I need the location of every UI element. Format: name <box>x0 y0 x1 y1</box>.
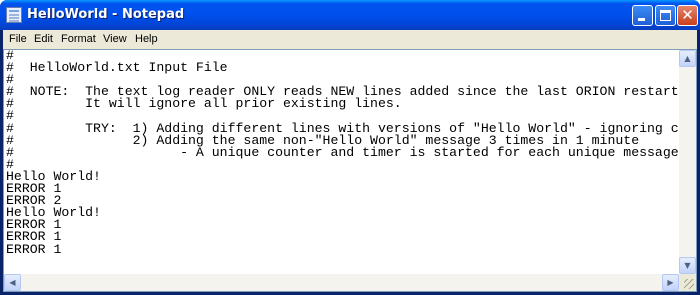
scroll-down-button[interactable]: ▼ <box>679 257 696 274</box>
editor-area[interactable]: # # HelloWorld.txt Input File # # NOTE: … <box>3 49 697 292</box>
minimize-button[interactable] <box>632 5 653 26</box>
editor-line: # HelloWorld.txt Input File <box>6 60 228 76</box>
scroll-up-button[interactable]: ▲ <box>679 50 696 67</box>
close-button[interactable]: ✕ <box>677 5 698 26</box>
vertical-scrollbar[interactable]: ▲ ▼ <box>679 50 696 274</box>
notepad-icon[interactable] <box>6 7 22 23</box>
maximize-button[interactable] <box>655 5 676 26</box>
menu-view[interactable]: View <box>103 30 127 49</box>
text-editor[interactable]: # # HelloWorld.txt Input File # # NOTE: … <box>6 50 678 272</box>
window-title: HelloWorld - Notepad <box>27 7 185 22</box>
menu-bar: File Edit Format View Help <box>3 30 697 49</box>
close-icon: ✕ <box>681 6 694 24</box>
editor-line: # It will ignore all prior existing line… <box>6 96 402 112</box>
resize-grip[interactable] <box>679 274 696 291</box>
notepad-window: HelloWorld - Notepad ✕ File Edit Format … <box>0 0 700 295</box>
horizontal-scrollbar[interactable]: ◀ ▶ <box>4 274 679 291</box>
maximize-icon <box>660 10 671 21</box>
menu-edit[interactable]: Edit <box>34 30 53 49</box>
menu-help[interactable]: Help <box>135 30 158 49</box>
menu-format[interactable]: Format <box>61 30 96 49</box>
title-bar[interactable]: HelloWorld - Notepad ✕ <box>0 0 700 30</box>
scroll-left-button[interactable]: ◀ <box>4 274 21 291</box>
scroll-right-button[interactable]: ▶ <box>662 274 679 291</box>
editor-line: # - A unique counter and timer is starte… <box>6 144 678 160</box>
minimize-icon <box>638 18 645 21</box>
menu-file[interactable]: File <box>9 30 27 49</box>
editor-line: ERROR 1 <box>6 241 62 257</box>
